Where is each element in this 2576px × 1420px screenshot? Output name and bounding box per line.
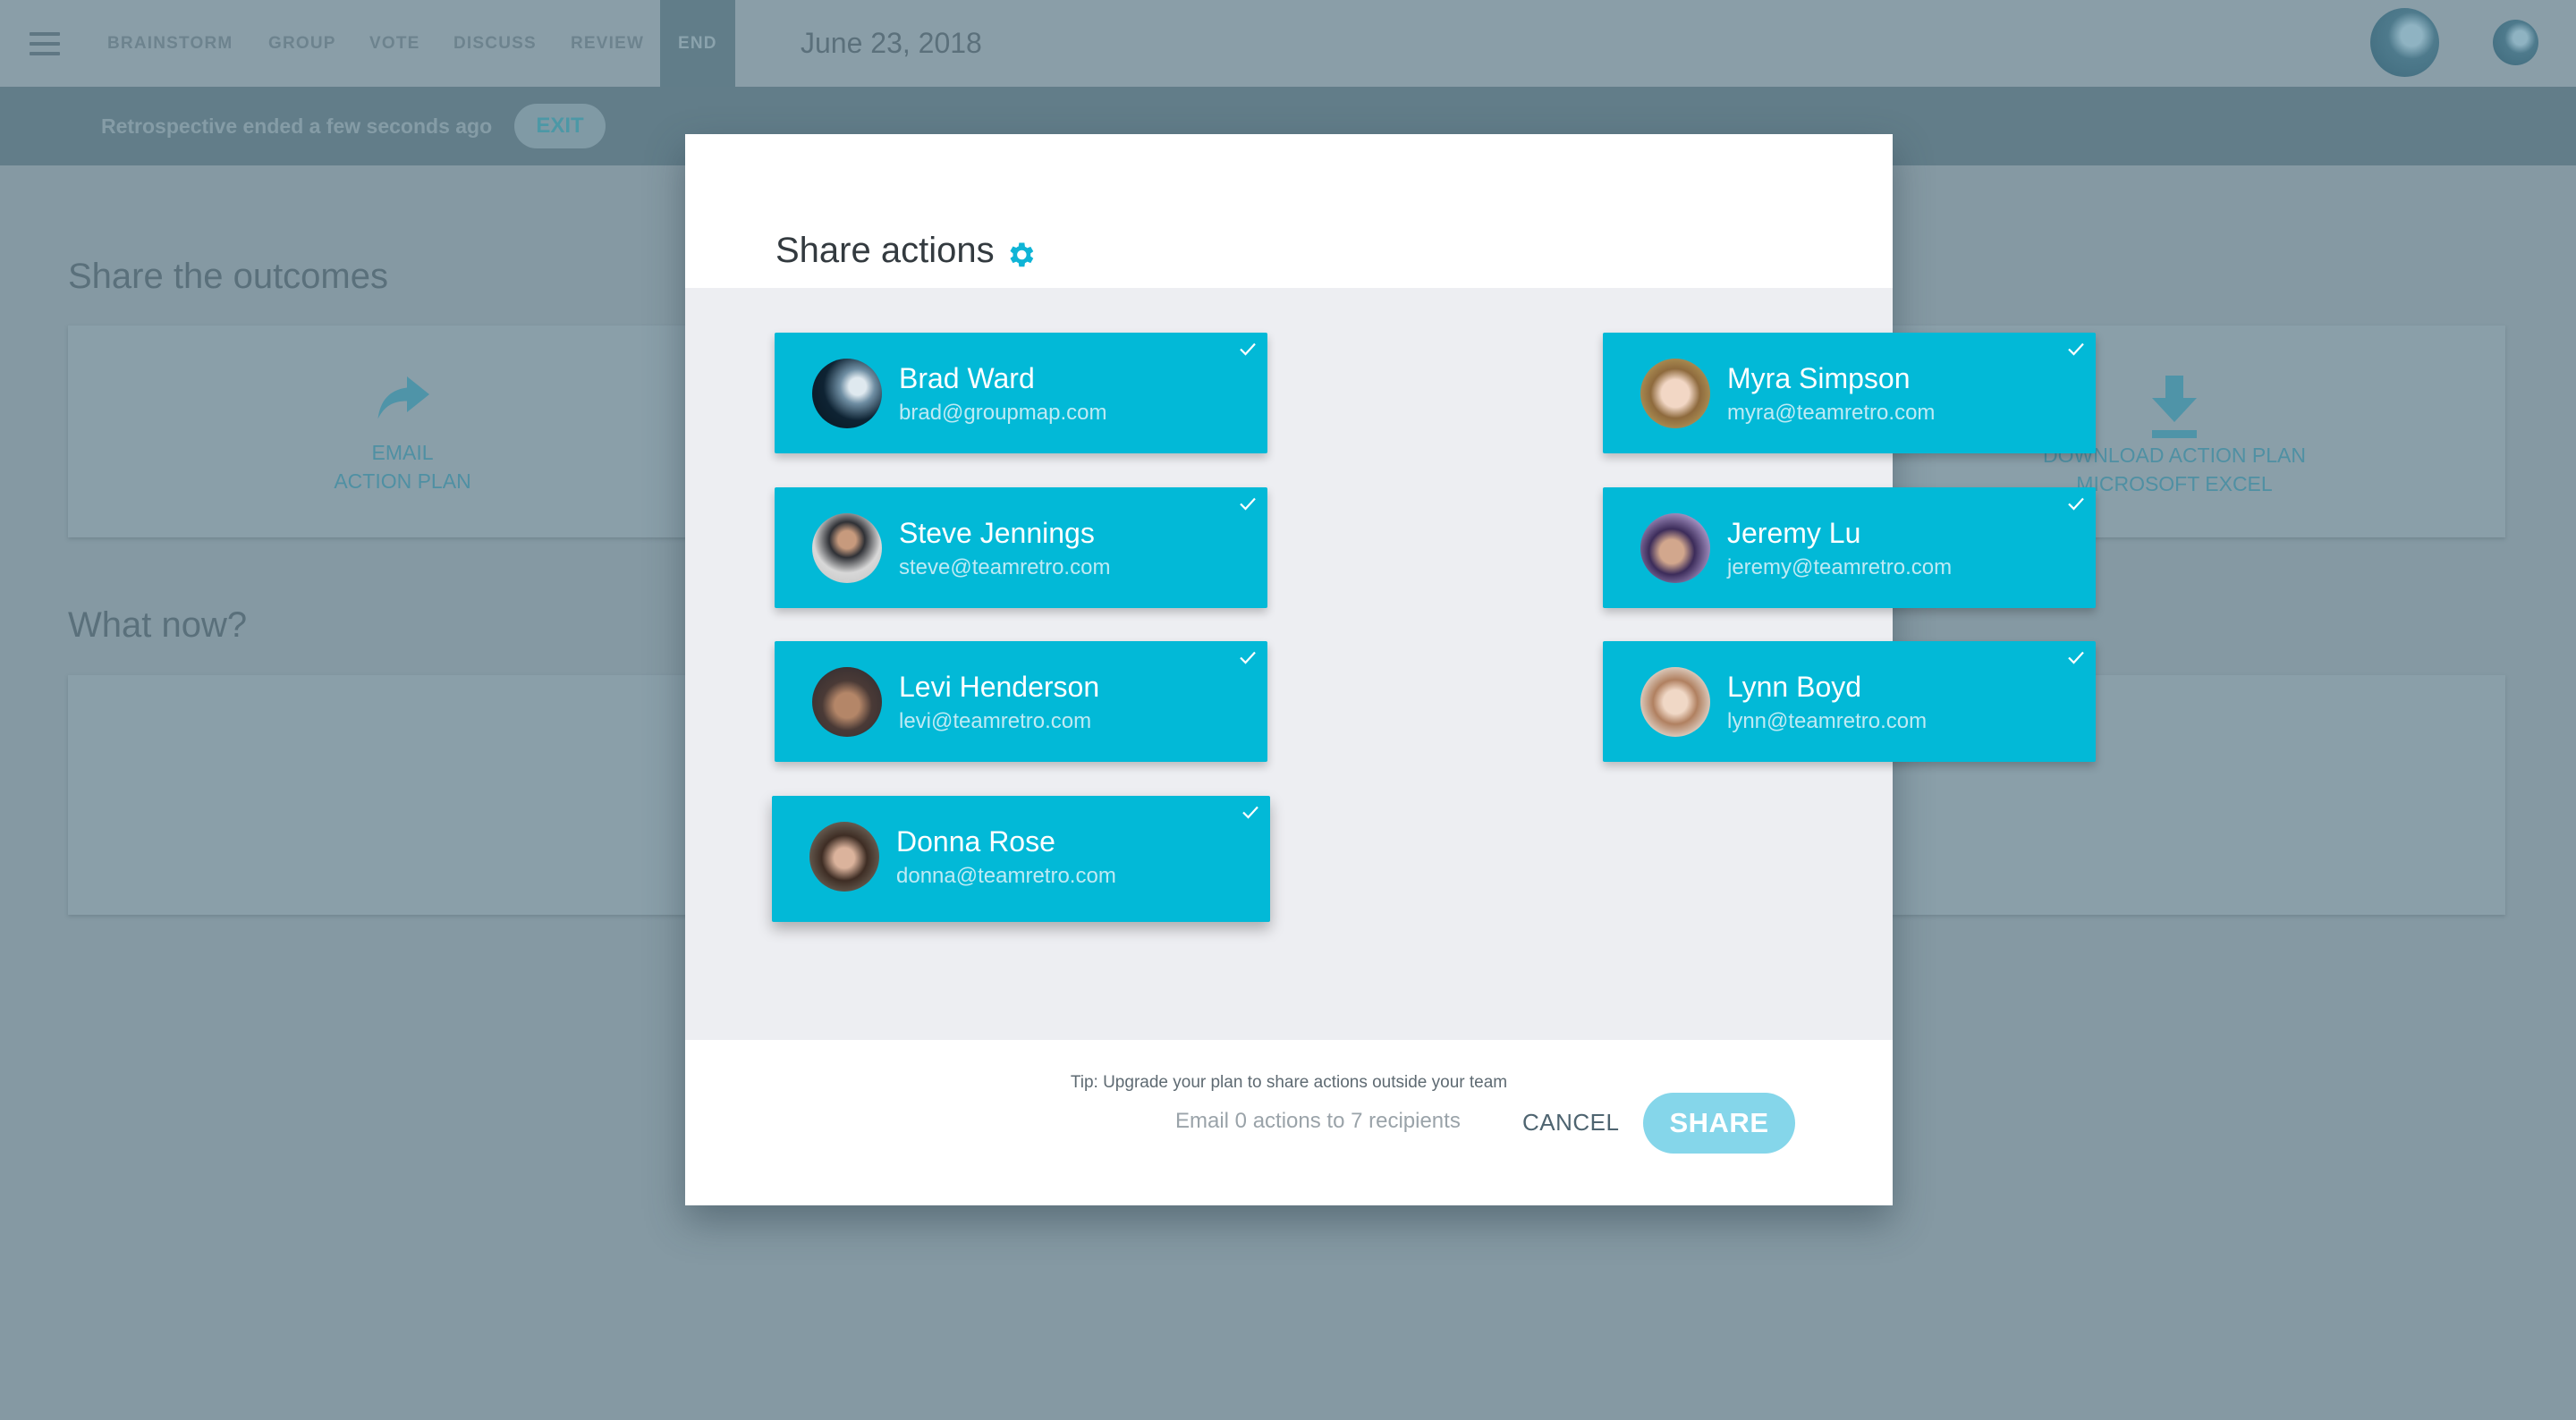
retro-status-text: Retrospective ended a few seconds ago [101,114,493,138]
recipient-card[interactable]: Myra Simpson myra@teamretro.com [1603,333,2096,453]
tab-group[interactable]: GROUP [268,0,336,87]
what-now-heading: What now? [68,605,248,645]
retro-date: June 23, 2018 [801,27,982,59]
share-summary: Email 0 actions to 7 recipients [1175,1109,1461,1133]
email-option-line1: EMAIL [371,441,434,464]
recipient-avatar [809,822,879,892]
checkmark-icon [1237,338,1258,359]
checkmark-icon [1240,801,1261,823]
gear-icon[interactable] [1004,239,1037,271]
recipient-email: steve@teamretro.com [899,555,1111,579]
tab-vote[interactable]: VOTE [369,0,420,87]
recipient-card[interactable]: Levi Henderson levi@teamretro.com [775,641,1267,762]
recipient-email: jeremy@teamretro.com [1727,555,1953,579]
email-action-plan-option[interactable]: EMAIL ACTION PLAN [268,438,537,495]
recipient-card[interactable]: Brad Ward brad@groupmap.com [775,333,1267,453]
checkmark-icon [2065,338,2087,359]
checkmark-icon [1237,493,1258,514]
share-outcomes-heading: Share the outcomes [68,257,388,296]
recipient-card[interactable]: Jeremy Lu jeremy@teamretro.com [1603,487,2096,608]
recipient-name: Lynn Boyd [1727,671,1862,703]
dialog-body: Brad Ward brad@groupmap.com Myra Simpson my… [685,288,2096,1092]
user-avatar[interactable] [2493,20,2538,65]
share-actions-dialog: Share actions Brad Ward brad@groupmap.com… [685,134,2096,1205]
checkmark-icon [1237,647,1258,668]
share-button[interactable]: SHARE [1643,1093,1795,1154]
team-avatar[interactable] [2370,8,2439,77]
exit-button[interactable]: EXIT [514,104,606,148]
recipient-email: myra@teamretro.com [1727,401,1936,425]
recipient-card[interactable]: Steve Jennings steve@teamretro.com [775,487,1267,608]
recipient-avatar [1640,513,1710,583]
hamburger-menu-icon[interactable] [30,32,60,55]
recipient-avatar [1640,359,1710,428]
recipient-email: brad@groupmap.com [899,401,1107,425]
recipient-email: levi@teamretro.com [899,709,1092,733]
recipient-avatar [1640,667,1710,737]
recipient-avatar [812,359,882,428]
recipient-card[interactable]: Donna Rose donna@teamretro.com [772,796,1270,922]
recipient-avatar [812,513,882,583]
share-arrow-icon [376,376,429,422]
recipient-name: Myra Simpson [1727,362,1911,394]
tab-review[interactable]: REVIEW [571,0,644,87]
checkmark-icon [2065,647,2087,668]
email-option-line2: ACTION PLAN [334,469,471,493]
tab-discuss[interactable]: DISCUSS [453,0,537,87]
upgrade-tip: Tip: Upgrade your plan to share actions … [1070,1073,1508,1092]
recipient-name: Brad Ward [899,362,1035,394]
tab-brainstorm[interactable]: BRAINSTORM [107,0,233,87]
download-icon [2152,376,2197,438]
recipient-email: donna@teamretro.com [896,864,1116,888]
tab-end[interactable]: END [660,0,735,87]
recipient-name: Jeremy Lu [1727,517,1861,549]
recipient-card[interactable]: Lynn Boyd lynn@teamretro.com [1603,641,2096,762]
cancel-button[interactable]: CANCEL [1522,1109,1619,1137]
recipient-name: Steve Jennings [899,517,1095,549]
recipient-avatar [812,667,882,737]
checkmark-icon [2065,493,2087,514]
recipient-name: Levi Henderson [899,671,1100,703]
recipient-name: Donna Rose [896,825,1055,858]
recipient-email: lynn@teamretro.com [1727,709,1928,733]
dialog-title: Share actions [775,231,995,270]
